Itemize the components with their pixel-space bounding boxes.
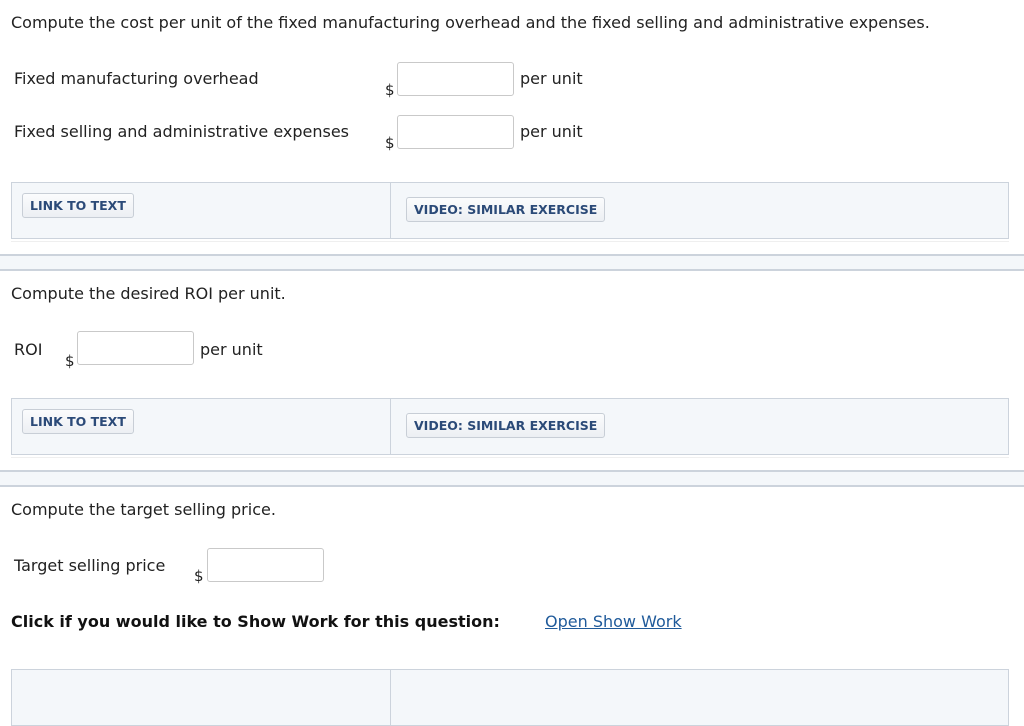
- unit-label: per unit: [520, 122, 583, 141]
- link-to-text-button[interactable]: LINK TO TEXT: [22, 409, 134, 434]
- unit-label: per unit: [520, 69, 583, 88]
- show-work-prompt: Click if you would like to Show Work for…: [11, 612, 500, 631]
- currency-symbol: $: [385, 81, 395, 99]
- currency-symbol: $: [194, 567, 204, 585]
- question-fixed-costs: Compute the cost per unit of the fixed m…: [11, 13, 930, 32]
- panel-divider: [390, 670, 391, 725]
- divider: [11, 457, 1009, 458]
- resources-panel: LINK TO TEXT VIDEO: SIMILAR EXERCISE: [11, 398, 1009, 455]
- video-similar-exercise-button[interactable]: VIDEO: SIMILAR EXERCISE: [406, 413, 606, 438]
- unit-label: per unit: [200, 340, 263, 359]
- resources-panel: LINK TO TEXT VIDEO: SIMILAR EXERCISE: [11, 182, 1009, 239]
- fixed-manufacturing-overhead-input[interactable]: [397, 62, 514, 96]
- video-similar-exercise-button[interactable]: VIDEO: SIMILAR EXERCISE: [406, 197, 606, 222]
- resources-panel: [11, 669, 1009, 726]
- panel-divider: [390, 183, 391, 238]
- roi-input[interactable]: [77, 331, 194, 365]
- fixed-selling-admin-label: Fixed selling and administrative expense…: [14, 122, 350, 141]
- divider: [11, 241, 1009, 242]
- link-to-text-button[interactable]: LINK TO TEXT: [22, 193, 134, 218]
- target-selling-price-input[interactable]: [207, 548, 324, 582]
- roi-label: ROI: [14, 340, 43, 359]
- fixed-manufacturing-overhead-label: Fixed manufacturing overhead: [14, 69, 259, 88]
- section-separator: [0, 254, 1024, 271]
- open-show-work-link[interactable]: Open Show Work: [545, 612, 682, 631]
- question-desired-roi: Compute the desired ROI per unit.: [11, 284, 286, 303]
- section-separator: [0, 470, 1024, 487]
- target-selling-price-label: Target selling price: [14, 556, 166, 575]
- panel-divider: [390, 399, 391, 454]
- currency-symbol: $: [65, 352, 75, 370]
- currency-symbol: $: [385, 134, 395, 152]
- fixed-selling-admin-input[interactable]: [397, 115, 514, 149]
- question-target-price: Compute the target selling price.: [11, 500, 276, 519]
